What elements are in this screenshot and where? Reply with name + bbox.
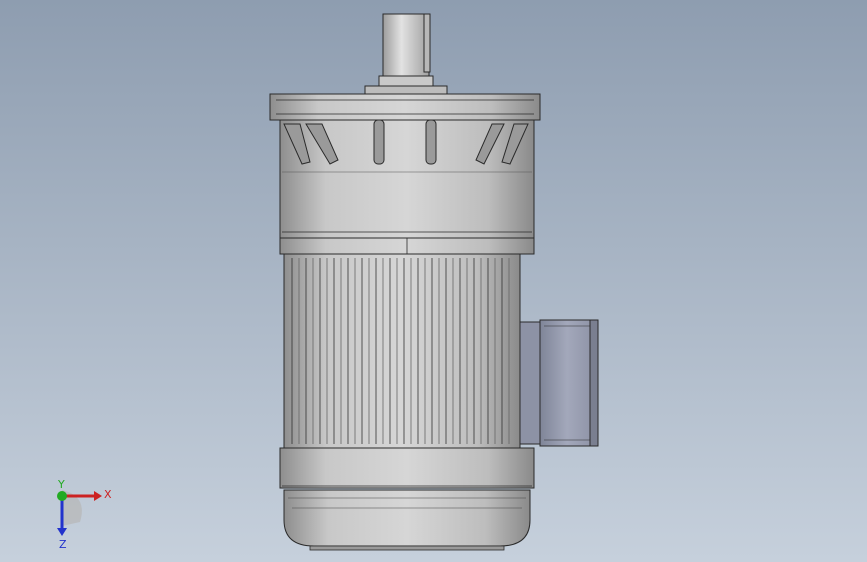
graphics-viewport[interactable]: X Y Z xyxy=(0,0,867,562)
front-flange[interactable] xyxy=(269,93,541,121)
rear-end-cap[interactable] xyxy=(283,489,531,547)
stator-housing[interactable] xyxy=(283,253,521,449)
housing-band xyxy=(279,237,535,255)
terminal-box[interactable] xyxy=(519,319,599,447)
z-axis-arrowhead xyxy=(57,528,67,536)
rear-housing[interactable] xyxy=(279,447,535,551)
x-axis-arrowhead xyxy=(94,491,102,501)
y-axis-dot xyxy=(57,491,67,501)
y-axis-label: Y xyxy=(57,480,65,491)
shaft-key xyxy=(423,13,431,73)
shaft[interactable] xyxy=(364,13,448,95)
axis-triad: X Y Z xyxy=(57,480,112,550)
fan-cover[interactable] xyxy=(279,119,535,239)
x-axis-label: X xyxy=(104,488,112,501)
motor-model[interactable] xyxy=(0,0,867,562)
z-axis-label: Z xyxy=(59,538,67,550)
